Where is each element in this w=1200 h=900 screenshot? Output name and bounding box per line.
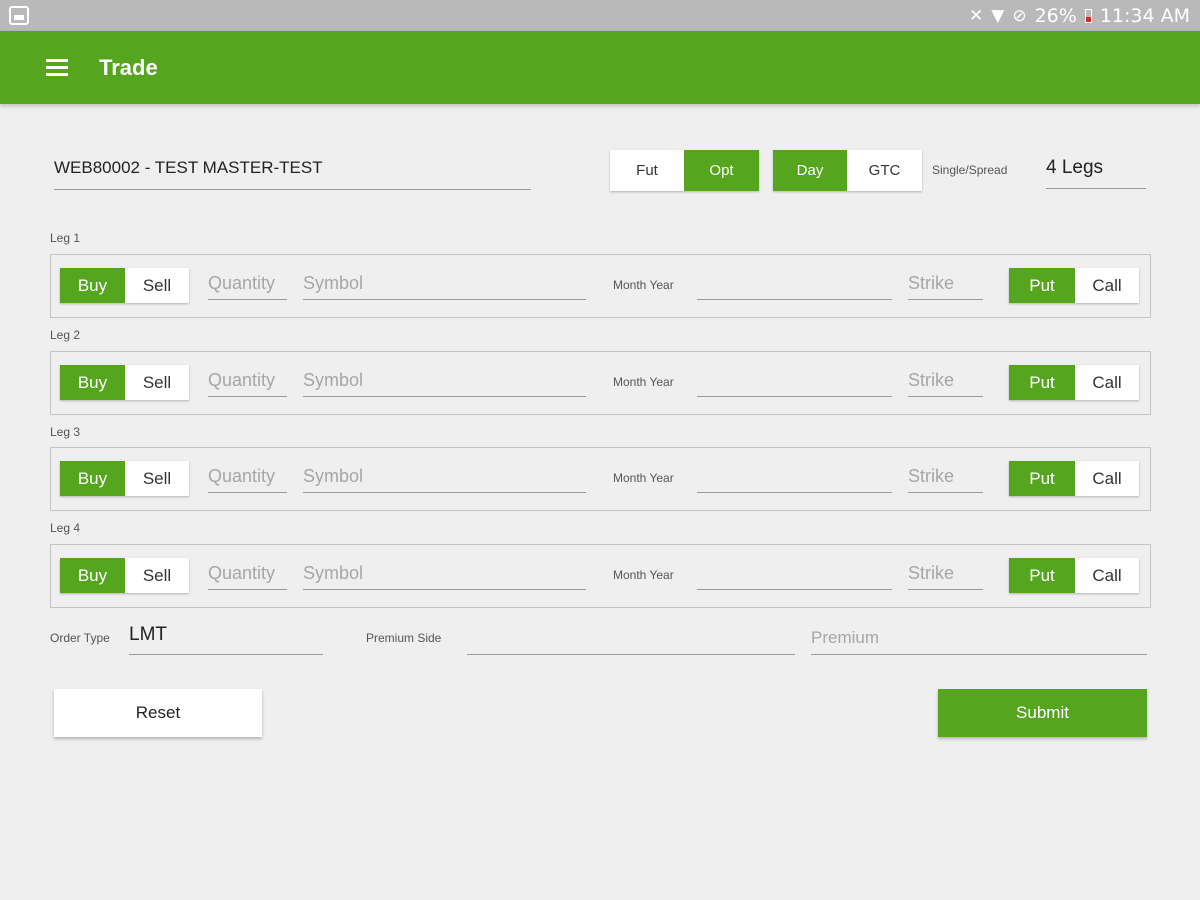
status-time: 11:34 AM bbox=[1099, 5, 1190, 27]
leg-3-month-year-label: Month Year bbox=[613, 471, 674, 485]
leg-3-sell-button[interactable]: Sell bbox=[125, 461, 189, 496]
leg-1-call-button[interactable]: Call bbox=[1075, 268, 1139, 303]
leg-1-buy-button[interactable]: Buy bbox=[60, 268, 125, 303]
leg-3-option-type-toggle: Put Call bbox=[1009, 461, 1139, 496]
product-type-toggle: Fut Opt bbox=[610, 150, 759, 191]
leg-2-label: Leg 2 bbox=[50, 328, 81, 342]
leg-4-label: Leg 4 bbox=[50, 521, 81, 535]
battery-percent: 26% bbox=[1034, 5, 1077, 27]
no-disturb-icon: ⊘ bbox=[1012, 5, 1027, 26]
leg-2-month-year-label: Month Year bbox=[613, 375, 674, 389]
leg-3-strike-input[interactable]: Strike bbox=[908, 461, 983, 493]
leg-1-quantity-input[interactable]: Quantity bbox=[208, 268, 287, 300]
leg-2-put-button[interactable]: Put bbox=[1009, 365, 1075, 400]
premium-side-select[interactable] bbox=[467, 624, 795, 655]
leg-3-buy-button[interactable]: Buy bbox=[60, 461, 125, 496]
leg-2-side-toggle: Buy Sell bbox=[60, 365, 189, 400]
leg-1-row: Buy Sell Quantity Symbol Month Year Stri… bbox=[50, 254, 1151, 318]
leg-2-call-button[interactable]: Call bbox=[1075, 365, 1139, 400]
leg-4-month-year-label: Month Year bbox=[613, 568, 674, 582]
leg-4-option-type-toggle: Put Call bbox=[1009, 558, 1139, 593]
leg-1-side-toggle: Buy Sell bbox=[60, 268, 189, 303]
order-type-select[interactable]: LMT bbox=[129, 624, 323, 655]
leg-2-option-type-toggle: Put Call bbox=[1009, 365, 1139, 400]
leg-4-buy-button[interactable]: Buy bbox=[60, 558, 125, 593]
single-spread-label: Single/Spread bbox=[932, 163, 1008, 177]
leg-2-buy-button[interactable]: Buy bbox=[60, 365, 125, 400]
duration-day-button[interactable]: Day bbox=[773, 150, 847, 191]
single-spread-select[interactable]: 4 Legs bbox=[1046, 157, 1146, 189]
leg-1-symbol-input[interactable]: Symbol bbox=[303, 268, 586, 300]
leg-2-symbol-input[interactable]: Symbol bbox=[303, 365, 586, 397]
leg-1-sell-button[interactable]: Sell bbox=[125, 268, 189, 303]
leg-1-put-button[interactable]: Put bbox=[1009, 268, 1075, 303]
leg-3-quantity-input[interactable]: Quantity bbox=[208, 461, 287, 493]
leg-2-month-year-input[interactable] bbox=[697, 365, 892, 397]
leg-3-side-toggle: Buy Sell bbox=[60, 461, 189, 496]
leg-4-put-button[interactable]: Put bbox=[1009, 558, 1075, 593]
status-icons: ✕ ▼ ⊘ 26% 11:34 AM bbox=[969, 4, 1190, 28]
leg-3-symbol-input[interactable]: Symbol bbox=[303, 461, 586, 493]
leg-1-month-year-label: Month Year bbox=[613, 278, 674, 292]
leg-4-month-year-input[interactable] bbox=[697, 558, 892, 590]
leg-2-row: Buy Sell Quantity Symbol Month Year Stri… bbox=[50, 351, 1151, 415]
premium-input[interactable]: Premium bbox=[811, 624, 1147, 655]
duration-gtc-button[interactable]: GTC bbox=[847, 150, 922, 191]
leg-4-call-button[interactable]: Call bbox=[1075, 558, 1139, 593]
leg-4-strike-input[interactable]: Strike bbox=[908, 558, 983, 590]
leg-3-call-button[interactable]: Call bbox=[1075, 461, 1139, 496]
leg-4-row: Buy Sell Quantity Symbol Month Year Stri… bbox=[50, 544, 1151, 608]
leg-3-put-button[interactable]: Put bbox=[1009, 461, 1075, 496]
leg-4-symbol-input[interactable]: Symbol bbox=[303, 558, 586, 590]
leg-4-sell-button[interactable]: Sell bbox=[125, 558, 189, 593]
leg-1-strike-input[interactable]: Strike bbox=[908, 268, 983, 300]
leg-2-sell-button[interactable]: Sell bbox=[125, 365, 189, 400]
reset-button[interactable]: Reset bbox=[54, 689, 262, 737]
leg-3-label: Leg 3 bbox=[50, 425, 81, 439]
app-bar: Trade bbox=[0, 31, 1200, 104]
gallery-icon bbox=[9, 6, 29, 25]
leg-3-month-year-input[interactable] bbox=[697, 461, 892, 493]
order-type-label: Order Type bbox=[50, 631, 110, 645]
hamburger-menu-icon[interactable] bbox=[46, 59, 68, 76]
leg-4-side-toggle: Buy Sell bbox=[60, 558, 189, 593]
product-opt-button[interactable]: Opt bbox=[684, 150, 759, 191]
premium-side-label: Premium Side bbox=[366, 631, 442, 645]
product-fut-button[interactable]: Fut bbox=[610, 150, 684, 191]
account-field[interactable]: WEB80002 - TEST MASTER-TEST bbox=[54, 156, 531, 190]
leg-4-quantity-input[interactable]: Quantity bbox=[208, 558, 287, 590]
battery-icon bbox=[1084, 9, 1092, 23]
mute-icon: ✕ bbox=[969, 5, 984, 26]
leg-3-row: Buy Sell Quantity Symbol Month Year Stri… bbox=[50, 447, 1151, 511]
leg-1-label: Leg 1 bbox=[50, 231, 81, 245]
leg-1-option-type-toggle: Put Call bbox=[1009, 268, 1139, 303]
submit-button[interactable]: Submit bbox=[938, 689, 1147, 737]
leg-2-quantity-input[interactable]: Quantity bbox=[208, 365, 287, 397]
status-bar: ✕ ▼ ⊘ 26% 11:34 AM bbox=[0, 0, 1200, 31]
wifi-icon: ▼ bbox=[991, 5, 1005, 26]
page-title: Trade bbox=[99, 55, 158, 80]
leg-1-month-year-input[interactable] bbox=[697, 268, 892, 300]
leg-2-strike-input[interactable]: Strike bbox=[908, 365, 983, 397]
duration-toggle: Day GTC bbox=[773, 150, 922, 191]
